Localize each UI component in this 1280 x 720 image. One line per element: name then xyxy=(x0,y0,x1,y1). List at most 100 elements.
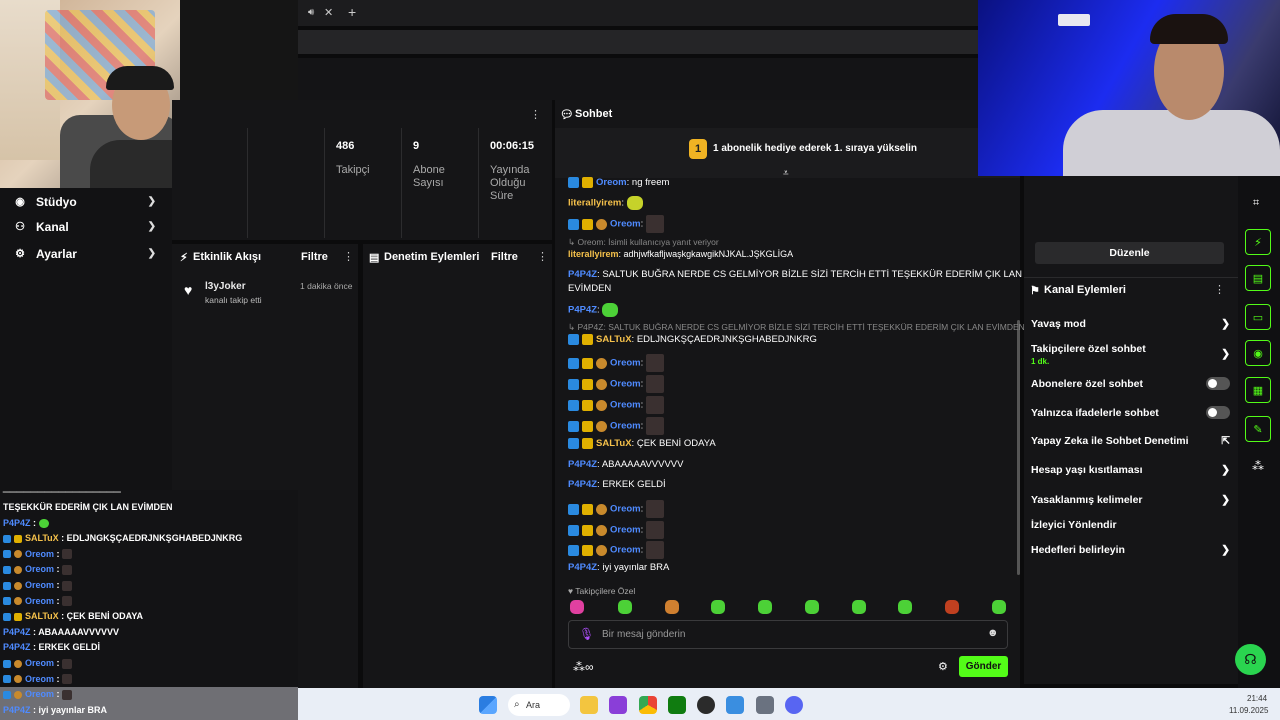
event-text: kanalı takip etti xyxy=(205,295,262,305)
stat-uptime: 00:06:15 Yayında Olduğu Süre xyxy=(490,140,535,202)
emote-quick-5[interactable] xyxy=(758,600,772,614)
app-icon[interactable] xyxy=(609,696,627,714)
chat-message: P4P4Z: xyxy=(568,303,619,317)
chat-input[interactable]: 🎙︎ Bir mesaj gönderin ☻ xyxy=(568,620,1008,649)
overlay-line: Oreom : xyxy=(0,656,298,672)
chat-banner-text: 1 abonelik hediye ederek 1. sıraya yükse… xyxy=(713,143,917,154)
more-icon[interactable]: ⋮ xyxy=(530,108,541,121)
chrome-icon[interactable] xyxy=(639,696,657,714)
edit-button[interactable]: Düzenle xyxy=(1035,242,1224,264)
emote-quick-1[interactable] xyxy=(570,600,584,614)
chat-settings-icon[interactable]: ⚙ xyxy=(938,660,948,673)
emoji-icon[interactable]: ☻ xyxy=(987,627,999,639)
heart-icon: ♥ xyxy=(184,282,193,298)
speaker-icon[interactable]: 🔊︎ xyxy=(308,7,314,18)
send-button[interactable]: Gönder xyxy=(959,656,1008,677)
broadcast-button[interactable]: ◉ xyxy=(1245,340,1271,366)
emote-icon xyxy=(645,396,664,414)
emote-icon xyxy=(645,541,664,559)
chevron-down-icon: ❯ xyxy=(147,196,156,207)
emote-icon xyxy=(602,303,619,317)
xbox-icon[interactable] xyxy=(668,696,686,714)
more-icon[interactable]: ⋮ xyxy=(343,250,354,263)
chat-button[interactable]: ▭ xyxy=(1245,304,1271,330)
layout-button[interactable]: ▦ xyxy=(1245,377,1271,403)
mic-icon[interactable]: 🎙︎ xyxy=(579,627,594,641)
sidebar-item-studio[interactable]: ◉ Stüdyo ❯ xyxy=(14,188,172,215)
chat-message: Oreom: xyxy=(568,417,664,435)
subscribers-only-row[interactable]: Abonelere özel sohbet xyxy=(1031,377,1230,390)
expand-icon[interactable]: ⌗ xyxy=(1253,197,1259,210)
kick-points-icon[interactable]: ⁂∞ xyxy=(573,660,594,674)
close-icon[interactable]: ✕ xyxy=(324,6,333,19)
chat-icon: 💬︎ xyxy=(560,109,574,121)
emote-quick-10[interactable] xyxy=(992,600,1006,614)
emote-quick-8[interactable] xyxy=(898,600,912,614)
new-tab-icon[interactable]: + xyxy=(348,4,356,20)
start-icon[interactable] xyxy=(479,696,497,714)
discord-icon[interactable] xyxy=(785,696,803,714)
kick-points-icon[interactable]: ⁂ xyxy=(1252,459,1264,473)
followers-only-row[interactable]: Takipçilere özel sohbet 1 dk. ❯ xyxy=(1031,343,1230,367)
tools-button[interactable]: ✎ xyxy=(1245,416,1271,442)
flag-icon: ⚑ xyxy=(1030,285,1040,297)
emote-icon xyxy=(626,196,643,210)
toolbar-strip xyxy=(298,58,978,100)
collapse-icon[interactable]: ⩡ xyxy=(783,168,789,179)
followers-only-label: ♥ Takipçilere Özel xyxy=(568,586,636,596)
address-bar[interactable] xyxy=(298,30,978,54)
chevron-down-icon: ❯ xyxy=(147,221,156,232)
chat-message: literallyirem: adhjwfkafljwaşkgkawgikNJK… xyxy=(568,249,794,259)
channel-icon: ⚇ xyxy=(15,221,25,233)
chevron-right-icon: ❯ xyxy=(1221,544,1230,556)
ai-moderation-row[interactable]: Yapay Zeka ile Sohbet Denetimi ⇱ xyxy=(1031,435,1230,447)
notes-button[interactable]: ▤ xyxy=(1245,265,1271,291)
toggle[interactable] xyxy=(1206,377,1230,390)
emote-quick-7[interactable] xyxy=(852,600,866,614)
event-user[interactable]: l3yJoker xyxy=(205,281,246,292)
settings-icon[interactable] xyxy=(756,696,774,714)
chat-message: Oreom: xyxy=(568,500,664,518)
obs-icon[interactable] xyxy=(697,696,715,714)
activity-filter-button[interactable]: Filtre xyxy=(301,251,328,263)
chat-message: Oreom: xyxy=(568,521,664,539)
taskbar-search[interactable]: ⌕ Ara xyxy=(508,694,570,716)
emote-quick-6[interactable] xyxy=(805,600,819,614)
toggle[interactable] xyxy=(1206,406,1230,419)
emote-quick-2[interactable] xyxy=(618,600,632,614)
emotes-only-row[interactable]: Yalnızca ifadelerle sohbet xyxy=(1031,406,1230,419)
more-icon[interactable]: ⋮ xyxy=(537,250,548,263)
emote-icon xyxy=(645,521,664,539)
slow-mode-row[interactable]: Yavaş mod ❯ xyxy=(1031,318,1230,330)
sidebar-item-channel[interactable]: ⚇ Kanal ❯ xyxy=(14,213,172,240)
chat-message: Oreom: xyxy=(568,541,664,559)
overlay-line: P4P4Z : iyi yayınlar BRA xyxy=(0,702,298,720)
chevron-right-icon: ❯ xyxy=(1221,494,1230,506)
studio-icon: ◉ xyxy=(15,196,25,208)
emote-quick-4[interactable] xyxy=(711,600,725,614)
lightning-button[interactable]: ⚡︎ xyxy=(1245,229,1271,255)
bolt-icon: ⚡︎ xyxy=(180,252,188,264)
support-button[interactable]: ☊ xyxy=(1235,644,1266,675)
more-icon[interactable]: ⋮ xyxy=(1214,283,1225,296)
emote-quick-3[interactable] xyxy=(665,600,679,614)
network-icon[interactable] xyxy=(726,696,744,714)
redirect-viewers-row[interactable]: İzleyici Yönlendir xyxy=(1031,519,1230,531)
clock-date[interactable]: 11.09.2025 xyxy=(1229,706,1268,715)
emote-quick-9[interactable] xyxy=(945,600,959,614)
emote-icon xyxy=(645,500,664,518)
clock-time[interactable]: 21:44 xyxy=(1247,694,1267,703)
chevron-right-icon: ❯ xyxy=(1221,318,1230,330)
overlay-line: Oreom : xyxy=(0,594,298,610)
event-time: 1 dakika önce xyxy=(300,281,353,291)
file-explorer-icon[interactable] xyxy=(580,696,598,714)
banned-words-row[interactable]: Yasaklanmış kelimeler ❯ xyxy=(1031,494,1230,506)
account-age-row[interactable]: Hesap yaşı kısıtlaması ❯ xyxy=(1031,464,1230,476)
chat-scrollbar[interactable] xyxy=(1017,320,1020,575)
sidebar-item-settings[interactable]: ⚙ Ayarlar ❯ xyxy=(14,240,172,267)
moderation-filter-button[interactable]: Filtre xyxy=(491,251,518,263)
emote-icon xyxy=(645,215,664,233)
stat-subscribers: 9 Abone Sayısı xyxy=(413,140,445,189)
set-goals-row[interactable]: Hedefleri belirleyin ❯ xyxy=(1031,544,1230,556)
overlay-line: TEŞEKKÜR EDERİM ÇIK LAN EVİMDEN xyxy=(3,502,173,512)
